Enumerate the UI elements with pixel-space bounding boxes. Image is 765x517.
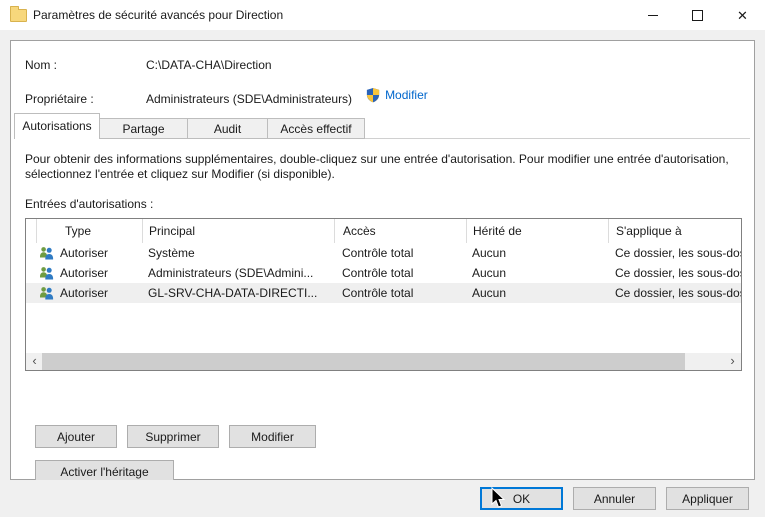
- folder-icon: [10, 9, 27, 22]
- entries-label: Entrées d'autorisations :: [25, 197, 153, 211]
- advanced-security-dialog: { "window": { "title": "Paramètres de sé…: [0, 0, 765, 517]
- uac-shield-icon: [366, 87, 380, 103]
- header-principal: Principal: [142, 219, 334, 243]
- permissions-description: Pour obtenir des informations supplément…: [25, 152, 747, 182]
- apply-button[interactable]: Appliquer: [666, 487, 749, 510]
- table-row[interactable]: Autoriser GL-SRV-CHA-DATA-DIRECTI... Con…: [26, 283, 741, 303]
- close-button[interactable]: ✕: [720, 0, 765, 30]
- header-applies-to: S'applique à: [608, 219, 741, 243]
- remove-button[interactable]: Supprimer: [127, 425, 219, 448]
- horizontal-scrollbar[interactable]: ‹ ›: [26, 353, 741, 370]
- maximize-icon: [692, 10, 703, 21]
- minimize-icon: [648, 15, 658, 16]
- ok-button[interactable]: OK: [480, 487, 563, 510]
- tab-strip: Autorisations Partage Audit Accès effect…: [14, 113, 750, 139]
- owner-label: Propriétaire :: [25, 92, 146, 106]
- table-header: Type Principal Accès Hérité de S'appliqu…: [26, 219, 741, 243]
- name-label: Nom :: [25, 58, 146, 72]
- add-button[interactable]: Ajouter: [35, 425, 117, 448]
- window-controls: ✕: [630, 0, 765, 30]
- tab-partage[interactable]: Partage: [99, 118, 188, 139]
- maximize-button[interactable]: [675, 0, 720, 30]
- permissions-table: Type Principal Accès Hérité de S'appliqu…: [25, 218, 742, 371]
- tab-audit[interactable]: Audit: [187, 118, 268, 139]
- group-users-icon: [26, 263, 44, 283]
- header-type: Type: [36, 219, 142, 243]
- scroll-right-icon[interactable]: ›: [724, 353, 741, 370]
- header-icon-column: [26, 219, 36, 243]
- table-row[interactable]: Autoriser Administrateurs (SDE\Admini...…: [26, 263, 741, 283]
- group-users-icon: [26, 243, 44, 263]
- name-row: Nom :C:\DATA-CHA\Direction: [25, 58, 272, 72]
- close-icon: ✕: [737, 9, 748, 22]
- tab-autorisations[interactable]: Autorisations: [14, 113, 100, 139]
- window-title: Paramètres de sécurité avancés pour Dire…: [33, 8, 283, 22]
- edit-button[interactable]: Modifier: [229, 425, 316, 448]
- owner-row: Propriétaire :Administrateurs (SDE\Admin…: [25, 87, 428, 106]
- change-owner-link[interactable]: Modifier: [385, 88, 428, 102]
- group-users-icon: [26, 283, 44, 303]
- dialog-body: Nom :C:\DATA-CHA\Direction Propriétaire …: [10, 40, 755, 480]
- scrollbar-thumb[interactable]: [42, 353, 685, 370]
- tab-acces-effectif[interactable]: Accès effectif: [267, 118, 365, 139]
- dialog-footer: OK Annuler Appliquer: [0, 480, 765, 517]
- cancel-button[interactable]: Annuler: [573, 487, 656, 510]
- table-body: Autoriser Système Contrôle total Aucun C…: [26, 243, 741, 303]
- scroll-left-icon[interactable]: ‹: [26, 353, 43, 370]
- header-access: Accès: [334, 219, 466, 243]
- title-bar[interactable]: Paramètres de sécurité avancés pour Dire…: [0, 0, 765, 30]
- header-inherited-from: Hérité de: [466, 219, 608, 243]
- minimize-button[interactable]: [630, 0, 675, 30]
- owner-value: Administrateurs (SDE\Administrateurs): [146, 92, 352, 106]
- name-value: C:\DATA-CHA\Direction: [146, 58, 272, 72]
- table-row[interactable]: Autoriser Système Contrôle total Aucun C…: [26, 243, 741, 263]
